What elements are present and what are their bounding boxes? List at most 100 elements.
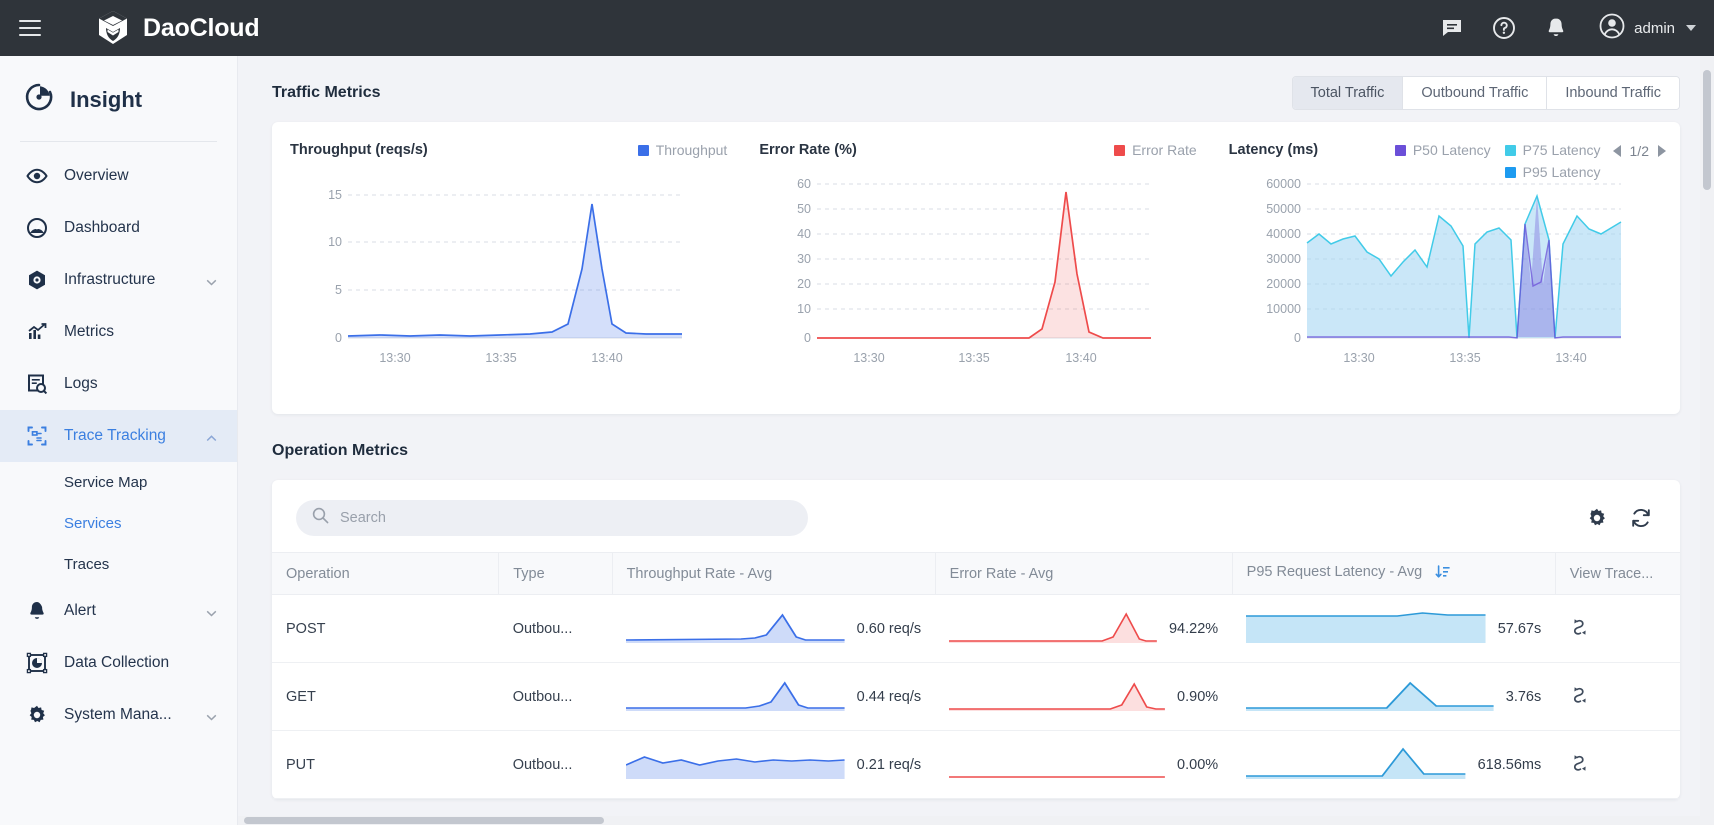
tab-total-traffic[interactable]: Total Traffic	[1292, 77, 1404, 109]
error-rate-value: 0.00%	[1177, 756, 1219, 773]
trace-link-icon[interactable]	[1569, 686, 1591, 710]
svg-text:40000: 40000	[1266, 227, 1301, 241]
sidebar-item-trace-tracking[interactable]: Trace Tracking	[0, 410, 237, 462]
next-page-arrow-icon[interactable]	[1657, 145, 1666, 157]
legend-swatch	[637, 144, 649, 156]
cell-throughput: 0.21 req/s	[612, 730, 936, 799]
app-root: DaoCloud admin Insight Overview Dashboar…	[0, 0, 1714, 825]
chart-title: Error Rate (%)	[759, 142, 857, 158]
chart-error-rate: Error Rate (%) Error Rate 60 50 40 30 20…	[741, 122, 1210, 414]
prev-page-arrow-icon[interactable]	[1612, 145, 1621, 157]
svg-text:10000: 10000	[1266, 302, 1301, 316]
legend-item[interactable]: P50 Latency	[1394, 142, 1491, 158]
throughput-sparkline	[626, 607, 845, 651]
traffic-charts-card: Throughput (reqs/s) Throughput 15 10 5 0…	[272, 122, 1680, 414]
svg-text:20: 20	[797, 277, 811, 291]
search-box[interactable]	[296, 500, 808, 536]
bell-icon[interactable]	[1543, 15, 1569, 41]
search-input[interactable]	[340, 510, 792, 526]
trace-link-icon[interactable]	[1569, 618, 1591, 642]
sidebar-item-label: Dashboard	[64, 219, 140, 236]
help-icon[interactable]	[1491, 15, 1517, 41]
sidebar-item-data-collection[interactable]: Data Collection	[0, 637, 237, 689]
chevron-down-icon	[1686, 25, 1696, 31]
top-bar: DaoCloud admin	[0, 0, 1714, 56]
column-p95-request-latency-avg[interactable]: P95 Request Latency - Avg	[1232, 552, 1556, 595]
hamburger-icon[interactable]	[16, 13, 46, 43]
x-tick: 13:30	[379, 351, 410, 365]
chart-title: Throughput (reqs/s)	[290, 142, 428, 158]
operation-metrics-card: Operation Type Throughput Rate - Avg Err…	[272, 480, 1680, 799]
trace-icon	[24, 425, 50, 447]
legend-item[interactable]: Throughput	[637, 142, 727, 158]
sidebar-item-infrastructure[interactable]: Infrastructure	[0, 254, 237, 306]
sidebar-item-alert[interactable]: Alert	[0, 585, 237, 637]
chevron-down-icon	[206, 606, 217, 617]
legend-item[interactable]: Error Rate	[1114, 142, 1197, 158]
sidebar-subitem-services[interactable]: Services	[0, 503, 237, 544]
column-throughput-rate-avg[interactable]: Throughput Rate - Avg	[612, 552, 936, 595]
sidebar-item-metrics[interactable]: Metrics	[0, 306, 237, 358]
cell-latency: 618.56ms	[1232, 730, 1556, 799]
scrollbar-thumb[interactable]	[244, 817, 604, 824]
sidebar-subitem-traces[interactable]: Traces	[0, 544, 237, 585]
sidebar-item-logs[interactable]: Logs	[0, 358, 237, 410]
operation-metrics-header: Operation Metrics	[238, 414, 1714, 466]
x-tick: 13:35	[1449, 351, 1480, 365]
sidebar-item-dashboard[interactable]: Dashboard	[0, 202, 237, 254]
gear-icon[interactable]	[1586, 507, 1608, 529]
legend-swatch	[1394, 144, 1406, 156]
sidebar-item-system-management[interactable]: System Mana...	[0, 689, 237, 741]
column-operation[interactable]: Operation	[272, 552, 500, 595]
chart-up-icon	[24, 321, 50, 343]
svg-text:10: 10	[328, 235, 342, 249]
svg-text:30: 30	[797, 252, 811, 266]
scrollbar-thumb[interactable]	[1703, 70, 1711, 190]
cell-type: Outbou...	[498, 662, 613, 731]
chart-title: Latency (ms)	[1228, 142, 1319, 158]
svg-text:30000: 30000	[1266, 252, 1301, 266]
tab-inbound-traffic[interactable]: Inbound Traffic	[1547, 77, 1679, 109]
sidebar-item-label: Trace Tracking	[64, 427, 166, 444]
svg-text:50000: 50000	[1266, 202, 1301, 216]
throughput-sparkline	[626, 675, 845, 719]
vertical-scrollbar[interactable]	[1700, 56, 1714, 825]
sidebar-item-label: Data Collection	[64, 654, 170, 671]
log-search-icon	[24, 373, 50, 395]
x-tick: 13:35	[485, 351, 516, 365]
x-tick: 13:40	[591, 351, 622, 365]
cell-operation: GET	[272, 662, 499, 731]
latency-value: 57.67s	[1497, 620, 1542, 637]
table-row[interactable]: GET Outbou... 0.44 req/s 0.90% 3.76s	[272, 662, 1680, 731]
sidebar-item-label: Overview	[64, 167, 129, 184]
trace-link-icon[interactable]	[1569, 754, 1591, 778]
cell-throughput: 0.60 req/s	[612, 594, 936, 663]
column-type[interactable]: Type	[498, 552, 613, 595]
throughput-value: 0.21 req/s	[856, 756, 922, 773]
error-rate-sparkline	[949, 743, 1166, 787]
sort-descending-icon[interactable]	[1435, 564, 1451, 584]
avatar	[1599, 13, 1625, 44]
tab-outbound-traffic[interactable]: Outbound Traffic	[1403, 77, 1548, 109]
chevron-up-icon	[206, 431, 217, 442]
column-error-rate-avg[interactable]: Error Rate - Avg	[935, 552, 1233, 595]
legend-item[interactable]: P75 Latency	[1504, 142, 1601, 158]
column-label: P95 Request Latency - Avg	[1246, 563, 1423, 580]
chat-icon[interactable]	[1439, 15, 1465, 41]
refresh-icon[interactable]	[1630, 507, 1652, 529]
horizontal-scrollbar[interactable]	[238, 816, 1700, 825]
brand[interactable]: DaoCloud	[96, 10, 260, 46]
chart-header: Latency (ms) P50 Latency P75 Latency P95…	[1228, 142, 1666, 180]
insight-header[interactable]: Insight	[0, 56, 237, 141]
user-menu[interactable]: admin	[1599, 13, 1696, 44]
table-row[interactable]: POST Outbou... 0.60 req/s 94.22% 57.67s	[272, 594, 1680, 663]
sidebar-subitem-label: Services	[64, 515, 122, 532]
sidebar-subitem-service-map[interactable]: Service Map	[0, 462, 237, 503]
chart-plot: 60000 50000 40000 30000 20000 10000 0 13…	[1229, 174, 1666, 407]
column-view-trace[interactable]: View Trace...	[1555, 552, 1680, 595]
page-title: Traffic Metrics	[272, 84, 381, 101]
sidebar-item-overview[interactable]: Overview	[0, 150, 237, 202]
table-row[interactable]: PUT Outbou... 0.21 req/s 0.00% 618.56ms	[272, 730, 1680, 799]
insight-logo-icon	[24, 82, 54, 117]
topbar-actions: admin	[1439, 13, 1696, 44]
